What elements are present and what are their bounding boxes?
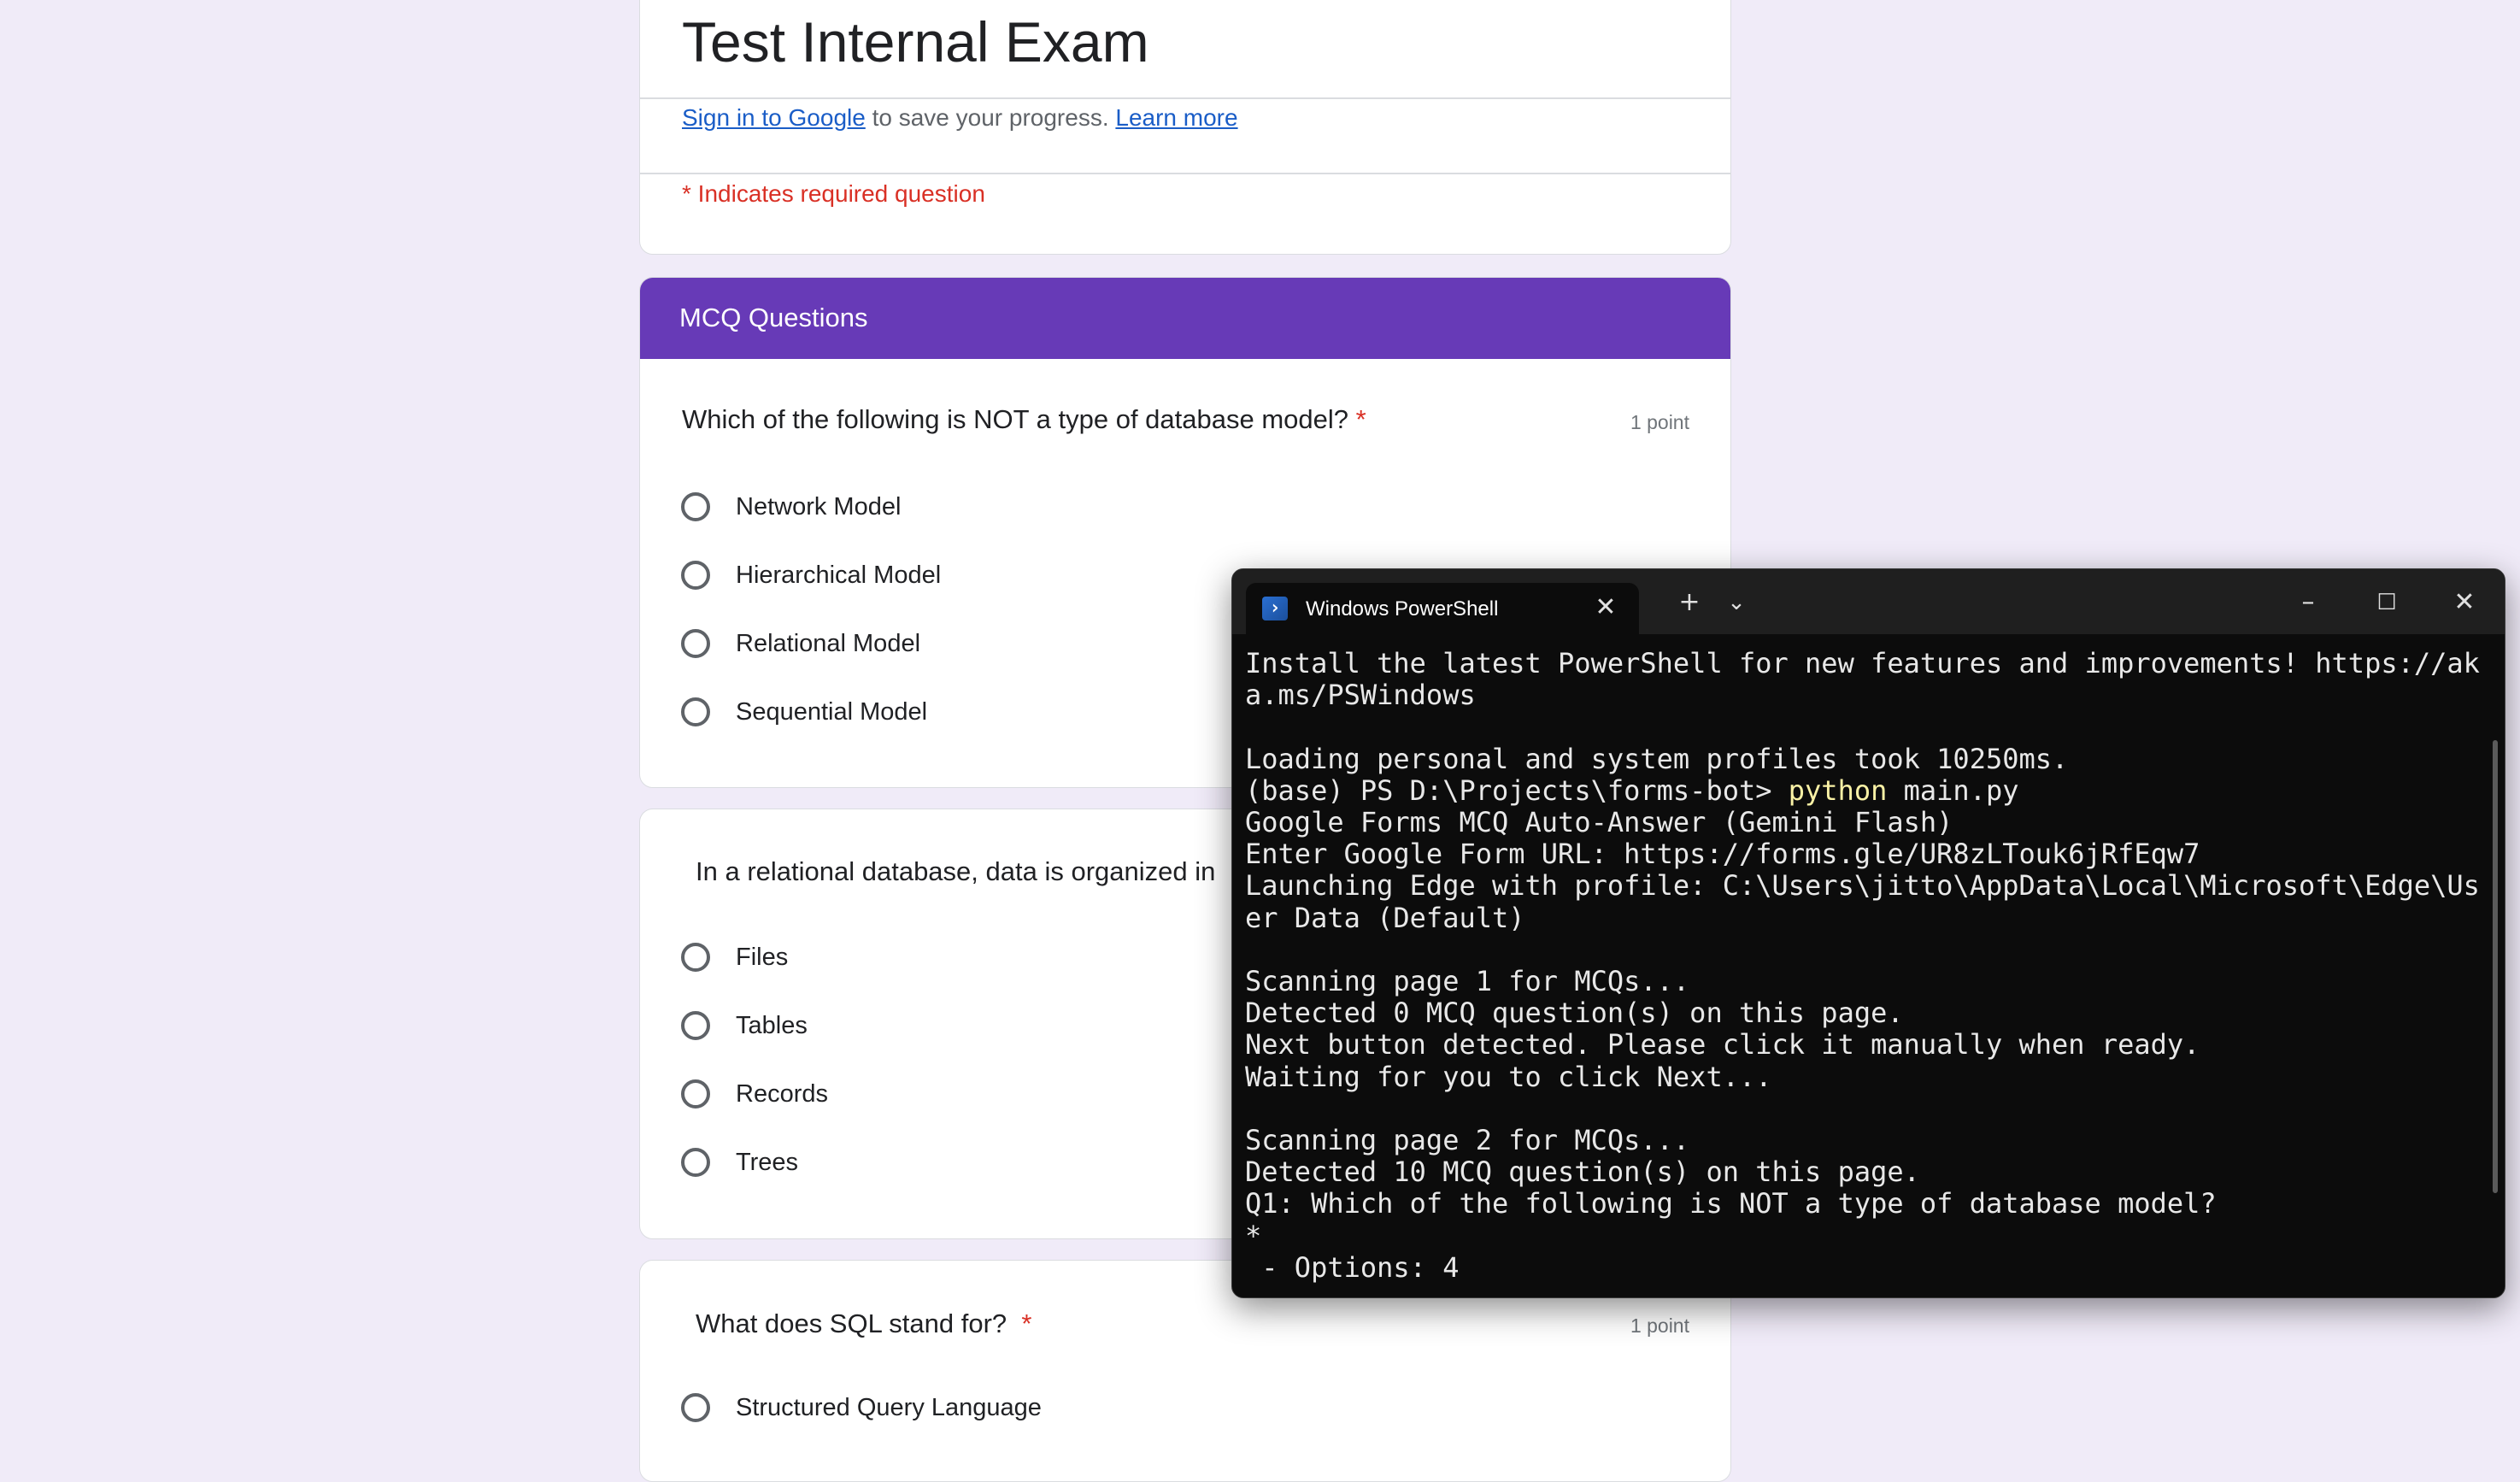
option-label: Files — [736, 943, 789, 971]
chevron-down-icon[interactable]: ⌄ — [1713, 581, 1759, 624]
tab-title: Windows PowerShell — [1306, 597, 1499, 620]
form-title: Test Internal Exam — [682, 10, 1149, 74]
radio-button[interactable] — [681, 629, 710, 658]
question-points: 1 point — [1630, 411, 1689, 433]
powershell-window[interactable]: › Windows PowerShell ✕ + ⌄ – ☐ ✕ Install… — [1231, 568, 2505, 1298]
prompt: (base) PS D:\Projects\forms-bot> — [1245, 773, 1789, 807]
terminal-tab-bar: › Windows PowerShell ✕ + ⌄ – ☐ ✕ — [1232, 569, 2505, 634]
command-args: main.py — [1887, 773, 2019, 807]
option-label: Hierarchical Model — [736, 561, 942, 589]
radio-option[interactable]: Records — [681, 1075, 828, 1113]
signin-text: to save your progress. — [865, 104, 1116, 131]
option-label: Sequential Model — [736, 697, 928, 726]
sign-in-link[interactable]: Sign in to Google — [682, 104, 866, 131]
terminal-line: Scanning page 2 for MCQs... — [1245, 1124, 1690, 1157]
form-header-card: Test Internal Exam Sign in to Google to … — [639, 0, 1731, 255]
terminal-prompt-line: (base) PS D:\Projects\forms-bot> python … — [1245, 773, 2481, 807]
option-label: Network Model — [736, 492, 902, 520]
radio-button[interactable] — [681, 943, 710, 972]
required-asterisk: * — [1021, 1309, 1032, 1338]
terminal-tab[interactable]: › Windows PowerShell ✕ — [1246, 583, 1639, 634]
divider — [640, 97, 1730, 99]
question-text: In a relational database, data is organi… — [696, 856, 1216, 886]
terminal-line: Launching Edge with profile: C:\Users\ji… — [1245, 869, 2480, 903]
section-title: MCQ Questions — [679, 303, 868, 332]
close-icon[interactable]: ✕ — [1591, 593, 1620, 622]
terminal-line: - Options: 4 — [1245, 1250, 1460, 1284]
option-label: Trees — [736, 1148, 799, 1176]
terminal-line: Enter Google Form URL: https://forms.gle… — [1245, 838, 2200, 871]
option-label: Records — [736, 1079, 828, 1108]
terminal-line: * — [1245, 1219, 1262, 1252]
divider — [640, 173, 1730, 174]
terminal-line: Loading personal and system profiles too… — [1245, 742, 2069, 775]
powershell-icon: › — [1262, 597, 1288, 620]
terminal-output[interactable]: Install the latest PowerShell for new fe… — [1245, 647, 2481, 1297]
radio-option[interactable]: Network Model — [681, 488, 901, 526]
close-icon[interactable]: ✕ — [2441, 581, 2488, 624]
command: python — [1788, 773, 1888, 807]
terminal-line: Google Forms MCQ Auto-Answer (Gemini Fla… — [1245, 806, 1953, 839]
option-label: Relational Model — [736, 629, 921, 657]
radio-button[interactable] — [681, 1079, 710, 1109]
terminal-line: Q1: Which of the following is NOT a type… — [1245, 1187, 2217, 1220]
plus-icon[interactable]: + — [1666, 581, 1712, 624]
radio-button[interactable] — [681, 1011, 710, 1040]
terminal-line: a.ms/PSWindows — [1245, 679, 1476, 712]
section-banner: MCQ Questions — [640, 278, 1730, 359]
signin-row: Sign in to Google to save your progress.… — [682, 104, 1238, 132]
terminal-line: Install the latest PowerShell for new fe… — [1245, 647, 2480, 679]
radio-option[interactable]: Sequential Model — [681, 693, 927, 731]
radio-button[interactable] — [681, 561, 710, 590]
required-note: * Indicates required question — [682, 180, 985, 207]
radio-option[interactable]: Files — [681, 938, 788, 976]
minimize-icon[interactable]: – — [2285, 581, 2331, 624]
terminal-line: Detected 10 MCQ question(s) on this page… — [1245, 1156, 1920, 1189]
radio-button[interactable] — [681, 492, 710, 521]
maximize-icon[interactable]: ☐ — [2364, 581, 2410, 624]
question-points: 1 point — [1630, 1314, 1689, 1337]
radio-option[interactable]: Hierarchical Model — [681, 556, 941, 594]
terminal-line: Scanning page 1 for MCQs... — [1245, 965, 1690, 998]
radio-option[interactable]: Trees — [681, 1144, 798, 1181]
question-text: What does SQL stand for? * — [696, 1309, 1032, 1338]
terminal-scrollbar[interactable] — [2493, 740, 2498, 1193]
terminal-line: er Data (Default) — [1245, 901, 1525, 934]
radio-option[interactable]: Relational Model — [681, 625, 920, 662]
required-asterisk: * — [1355, 404, 1366, 434]
terminal-line: Next button detected. Please click it ma… — [1245, 1028, 2200, 1062]
terminal-line: Waiting for you to click Next... — [1245, 1060, 1772, 1093]
option-label: Tables — [736, 1011, 808, 1039]
radio-button[interactable] — [681, 1148, 710, 1177]
radio-button[interactable] — [681, 697, 710, 726]
radio-option[interactable]: Structured Query Language — [681, 1389, 1042, 1426]
radio-option[interactable]: Tables — [681, 1007, 808, 1044]
terminal-line: Detected 0 MCQ question(s) on this page. — [1245, 997, 1904, 1030]
question-text: Which of the following is NOT a type of … — [682, 404, 1366, 434]
learn-more-link[interactable]: Learn more — [1115, 104, 1237, 131]
